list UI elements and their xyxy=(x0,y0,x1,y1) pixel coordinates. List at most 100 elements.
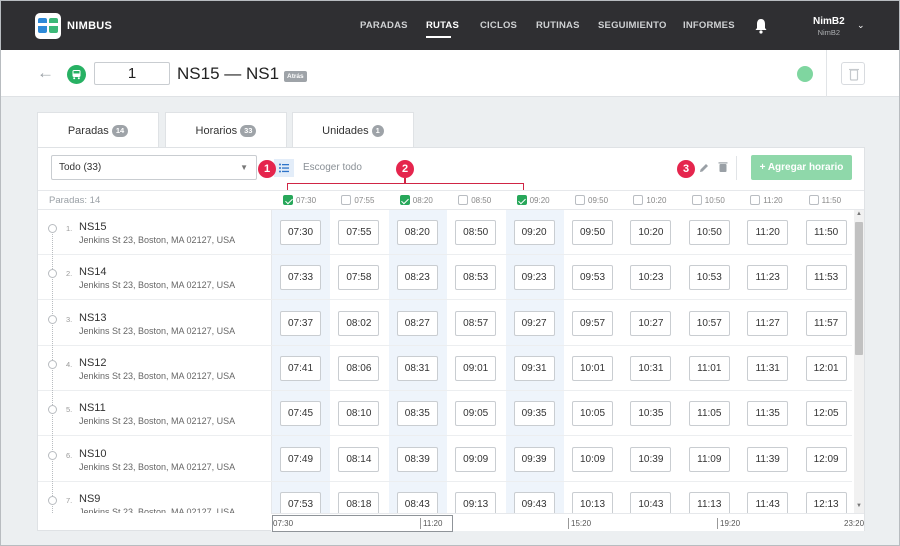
time-cell[interactable]: 08:43 xyxy=(396,491,438,513)
app-logo[interactable]: NIMBUS xyxy=(35,13,112,39)
column-checkbox[interactable] xyxy=(575,195,585,205)
pencil-icon[interactable] xyxy=(698,162,710,174)
time-cell[interactable]: 10:57 xyxy=(688,310,730,336)
column-checkbox[interactable] xyxy=(283,195,293,205)
column-checkbox[interactable] xyxy=(341,195,352,205)
time-cell[interactable]: 12:09 xyxy=(805,446,847,472)
time-cell[interactable]: 07:49 xyxy=(280,446,321,472)
time-cell[interactable]: 09:13 xyxy=(455,491,497,513)
time-cell[interactable]: 11:20 xyxy=(747,220,789,245)
column-header[interactable]: 11:50 xyxy=(808,195,841,205)
column-checkbox[interactable] xyxy=(691,195,702,205)
tab-paradas[interactable]: Paradas 14 xyxy=(37,112,159,148)
time-cell[interactable]: 11:23 xyxy=(747,265,789,291)
nav-item-seguimiento[interactable]: SEGUIMIENTO xyxy=(598,20,667,31)
column-header[interactable]: 08:50 xyxy=(458,195,491,205)
time-cell[interactable]: 08:57 xyxy=(455,310,497,336)
time-cell[interactable]: 08:02 xyxy=(338,310,380,336)
column-header[interactable]: 09:20 xyxy=(516,195,550,205)
column-header[interactable]: 08:20 xyxy=(399,195,433,205)
time-cell[interactable]: 07:33 xyxy=(280,265,321,291)
time-cell[interactable]: 10:23 xyxy=(630,265,672,291)
time-cell[interactable]: 09:50 xyxy=(572,220,613,245)
time-cell[interactable]: 07:30 xyxy=(280,220,321,245)
filter-select[interactable]: Todo (33) ▼ xyxy=(51,155,257,180)
time-cell[interactable]: 09:43 xyxy=(513,491,555,513)
time-cell[interactable]: 11:05 xyxy=(688,401,730,427)
back-arrow-icon[interactable]: ← xyxy=(37,63,54,83)
route-number-input[interactable]: 1 xyxy=(94,62,170,85)
time-cell[interactable]: 09:39 xyxy=(513,446,555,472)
nav-item-ciclos[interactable]: CICLOS xyxy=(480,20,517,31)
chevron-down-icon[interactable]: ⌄ xyxy=(857,20,865,31)
time-cell[interactable]: 09:27 xyxy=(513,310,555,336)
column-header[interactable]: 10:20 xyxy=(633,195,666,205)
nav-item-rutinas[interactable]: RUTINAS xyxy=(536,20,580,31)
time-cell[interactable]: 09:57 xyxy=(572,310,613,336)
route-status-toggle[interactable] xyxy=(797,66,813,82)
time-cell[interactable]: 11:13 xyxy=(688,491,730,513)
column-header[interactable]: 09:50 xyxy=(575,195,608,205)
scroll-down-icon[interactable]: ▼ xyxy=(856,503,862,509)
time-cell[interactable]: 09:31 xyxy=(513,355,555,381)
time-cell[interactable]: 07:53 xyxy=(280,491,321,513)
time-cell[interactable]: 09:35 xyxy=(513,401,555,427)
time-cell[interactable]: 12:01 xyxy=(805,355,847,381)
scroll-up-icon[interactable]: ▲ xyxy=(856,211,862,217)
time-cell[interactable]: 10:27 xyxy=(630,310,672,336)
time-cell[interactable]: 09:05 xyxy=(455,401,497,427)
vertical-scrollbar[interactable]: ▲ ▼ xyxy=(854,210,864,513)
nav-item-informes[interactable]: INFORMES xyxy=(683,20,735,31)
time-cell[interactable]: 08:20 xyxy=(396,220,438,245)
column-checkbox[interactable] xyxy=(399,195,410,205)
time-cell[interactable]: 09:53 xyxy=(572,265,613,291)
time-cell[interactable]: 07:55 xyxy=(338,220,380,245)
time-cell[interactable]: 08:27 xyxy=(396,310,438,336)
column-checkbox[interactable] xyxy=(808,195,819,205)
time-cell[interactable]: 07:41 xyxy=(280,355,321,381)
time-cell[interactable]: 09:20 xyxy=(513,220,555,245)
scrollbar-thumb[interactable] xyxy=(855,222,863,355)
time-cell[interactable]: 11:09 xyxy=(688,446,730,472)
time-cell[interactable]: 08:23 xyxy=(396,265,438,291)
time-range-slider[interactable]: 07:30 11:20 15:20 19:20 23:20 xyxy=(271,513,864,532)
time-cell[interactable]: 08:06 xyxy=(338,355,380,381)
time-cell[interactable]: 11:31 xyxy=(747,355,789,381)
tab-horarios[interactable]: Horarios 33 xyxy=(165,112,287,148)
column-checkbox[interactable] xyxy=(516,195,527,205)
time-cell[interactable]: 08:35 xyxy=(396,401,438,427)
time-cell[interactable]: 10:39 xyxy=(630,446,672,472)
time-cell[interactable]: 10:31 xyxy=(630,355,672,381)
column-checkbox[interactable] xyxy=(458,195,469,205)
time-cell[interactable]: 12:13 xyxy=(805,491,847,513)
column-header[interactable]: 10:50 xyxy=(691,195,725,205)
time-cell[interactable]: 10:53 xyxy=(688,265,730,291)
time-cell[interactable]: 10:20 xyxy=(630,220,672,245)
time-cell[interactable]: 08:14 xyxy=(338,446,380,472)
time-cell[interactable]: 08:53 xyxy=(455,265,497,291)
time-cell[interactable]: 09:01 xyxy=(455,355,497,381)
time-cell[interactable]: 10:05 xyxy=(572,401,613,427)
nav-item-rutas[interactable]: RUTAS xyxy=(426,20,459,31)
list-icon[interactable] xyxy=(274,159,294,177)
delete-route-button[interactable] xyxy=(841,62,865,85)
time-cell[interactable]: 11:35 xyxy=(747,401,789,427)
time-cell[interactable]: 09:23 xyxy=(513,265,555,291)
time-cell[interactable]: 08:50 xyxy=(455,220,497,245)
time-cell[interactable]: 10:09 xyxy=(572,446,613,472)
bell-icon[interactable] xyxy=(754,18,768,34)
time-cell[interactable]: 11:01 xyxy=(688,355,730,381)
column-checkbox[interactable] xyxy=(750,195,761,205)
time-cell[interactable]: 10:50 xyxy=(688,220,730,245)
time-cell[interactable]: 08:18 xyxy=(338,491,380,513)
tab-unidades[interactable]: Unidades 1 xyxy=(292,112,414,148)
time-cell[interactable]: 11:53 xyxy=(805,265,847,291)
time-cell[interactable]: 11:57 xyxy=(805,310,847,336)
time-cell[interactable]: 10:13 xyxy=(572,491,613,513)
time-cell[interactable]: 07:45 xyxy=(280,401,321,427)
time-cell[interactable]: 08:10 xyxy=(338,401,380,427)
time-cell[interactable]: 11:39 xyxy=(747,446,789,472)
time-cell[interactable]: 12:05 xyxy=(805,401,847,427)
time-cell[interactable]: 08:39 xyxy=(396,446,438,472)
time-cell[interactable]: 11:43 xyxy=(747,491,789,513)
